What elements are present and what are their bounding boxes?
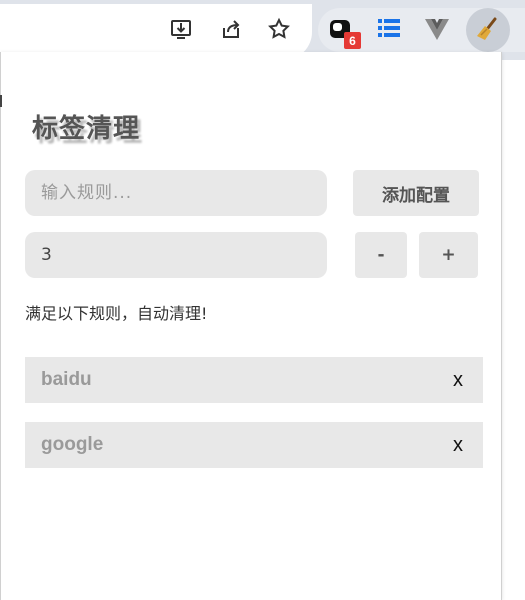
extension-badge: 6 — [344, 32, 361, 49]
count-field[interactable] — [25, 232, 327, 278]
page-title: 标签清理 — [32, 114, 141, 144]
vue-extension-icon[interactable] — [422, 14, 452, 44]
rule-input[interactable] — [25, 170, 327, 216]
rules-hint: 满足以下规则，自动清理! — [25, 304, 208, 323]
bookmark-star-icon[interactable] — [264, 14, 294, 44]
rule-item: baidu x — [25, 357, 483, 403]
page-edge-marker — [0, 95, 2, 107]
browser-toolbar: 6 — [0, 0, 525, 60]
share-icon[interactable] — [216, 14, 246, 44]
broom-extension-icon[interactable] — [473, 14, 503, 44]
remove-rule-button[interactable]: x — [453, 357, 463, 403]
remove-rule-button[interactable]: x — [453, 422, 463, 468]
install-app-icon[interactable] — [166, 14, 196, 44]
rule-item: google x — [25, 422, 483, 468]
rule-label: google — [41, 434, 104, 455]
increment-button[interactable]: + — [419, 232, 478, 278]
rule-label: baidu — [41, 369, 92, 390]
decrement-button[interactable]: - — [355, 232, 407, 278]
add-config-button[interactable]: 添加配置 — [353, 170, 479, 216]
list-extension-icon[interactable] — [374, 14, 404, 44]
